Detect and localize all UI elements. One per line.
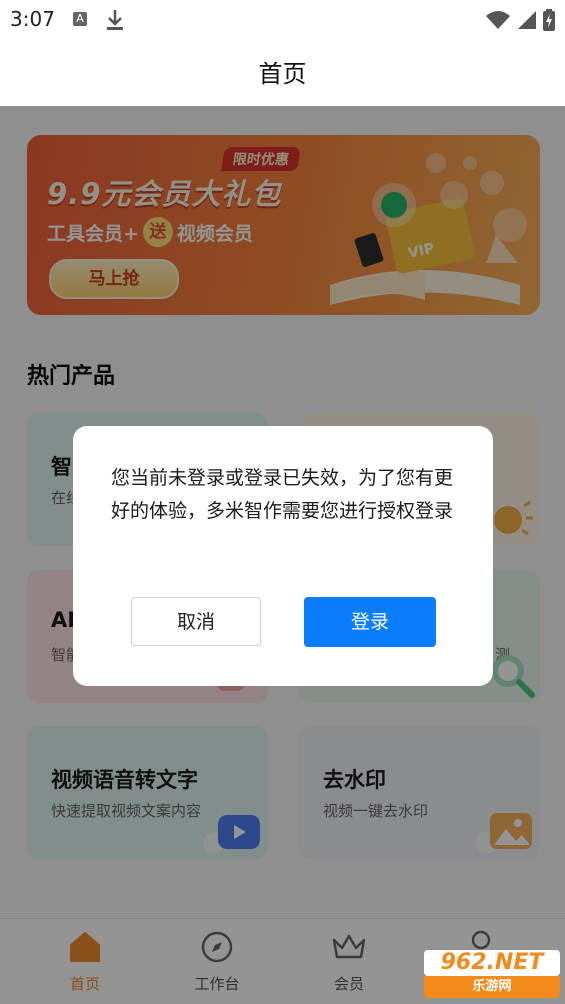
login-dialog: 您当前未登录或登录已失效，为了您有更好的体验，多米智作需要您进行授权登录 取消 …: [73, 426, 493, 686]
signal-icon: [517, 10, 537, 34]
watermark-logo: 962.NET: [424, 950, 560, 976]
dialog-message: 您当前未登录或登录已失效，为了您有更好的体验，多米智作需要您进行授权登录: [111, 467, 454, 522]
watermark-text: 乐游网: [424, 976, 560, 998]
download-icon: [106, 9, 124, 35]
battery-icon: [543, 9, 555, 35]
site-watermark: 962.NET 乐游网: [424, 950, 560, 998]
wifi-icon: [485, 10, 511, 34]
app: 3:07 A 首页 限时优惠 9.9元会员大礼包 工具会员+ 送 视频会员 马上…: [0, 0, 565, 1004]
keyboard-badge-icon: A: [73, 12, 87, 26]
status-time: 3:07: [10, 7, 55, 31]
status-bar: 3:07 A: [0, 0, 565, 40]
status-icons: [485, 9, 555, 35]
login-button[interactable]: 登录: [304, 597, 436, 647]
header: 首页: [0, 40, 565, 106]
cancel-button[interactable]: 取消: [131, 597, 261, 646]
page-title: 首页: [258, 60, 307, 88]
